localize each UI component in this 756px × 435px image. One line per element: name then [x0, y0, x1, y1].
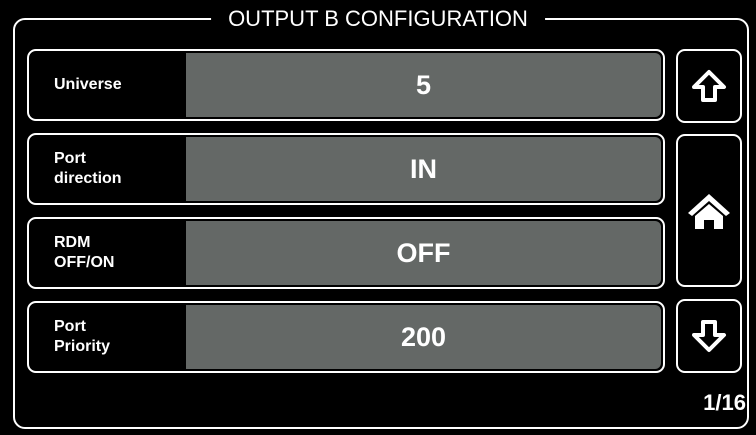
port-priority-row[interactable]: Port Priority 200	[27, 301, 665, 373]
rdm-label: RDM OFF/ON	[54, 234, 115, 271]
universe-value[interactable]: 5	[186, 53, 661, 117]
port-direction-label: Port direction	[54, 150, 122, 187]
arrow-down-icon	[692, 320, 726, 352]
port-direction-value[interactable]: IN	[186, 137, 661, 201]
home-icon	[688, 193, 730, 229]
page-title: OUTPUT B CONFIGURATION	[211, 5, 545, 33]
scroll-down-button[interactable]	[676, 299, 742, 373]
rdm-value[interactable]: OFF	[186, 221, 661, 285]
page-indicator: 1/16	[703, 390, 746, 415]
universe-row[interactable]: Universe 5	[27, 49, 665, 121]
port-priority-label: Port Priority	[54, 318, 111, 355]
universe-label: Universe	[54, 76, 122, 93]
home-button[interactable]	[676, 134, 742, 287]
scroll-up-button[interactable]	[676, 49, 742, 123]
arrow-up-icon	[692, 70, 726, 102]
port-direction-row[interactable]: Port direction IN	[27, 133, 665, 205]
rdm-row[interactable]: RDM OFF/ON OFF	[27, 217, 665, 289]
port-priority-value[interactable]: 200	[186, 305, 661, 369]
